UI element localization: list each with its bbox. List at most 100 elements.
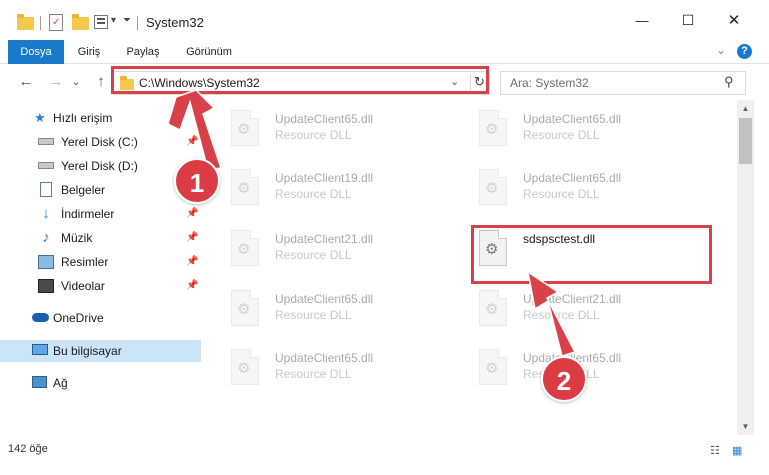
ribbon-tabs: Dosya Giriş Paylaş Görünüm ⌄ ? <box>0 40 769 88</box>
sidebar-item-quick-access[interactable]: ★ Hızlı erişim <box>0 107 201 129</box>
file-name: UpdateClient65.dll <box>275 292 374 306</box>
pin-icon[interactable]: 📌 <box>186 256 198 267</box>
sidebar-item-local-disk-c[interactable]: Yerel Disk (C:) 📌 <box>0 131 201 153</box>
network-icon <box>32 376 47 388</box>
file-type: Resource DLL <box>275 308 352 322</box>
vertical-scrollbar[interactable]: ▲ ▼ <box>737 100 754 435</box>
gear-icon: ⚙ <box>237 360 251 377</box>
view-options-icon[interactable] <box>94 15 108 29</box>
sidebar-item-videos[interactable]: Videolar 📌 <box>0 275 201 297</box>
sidebar-item-label: Bu bilgisayar <box>53 344 122 358</box>
help-icon[interactable]: ? <box>737 44 752 59</box>
sidebar-item-label: Videolar <box>61 279 105 293</box>
search-input[interactable]: Ara: System32 <box>510 76 589 90</box>
gear-icon: ⚙ <box>485 121 499 138</box>
maximize-button[interactable]: ☐ <box>665 0 711 40</box>
large-icons-view-icon[interactable]: ▦ <box>732 444 746 457</box>
title-separator <box>137 16 138 30</box>
cloud-icon <box>32 313 49 322</box>
file-name: UpdateClient19.dll <box>275 171 374 185</box>
file-item[interactable]: ⚙ UpdateClient65.dll Resource DLL <box>203 284 443 332</box>
file-type: Resource DLL <box>275 248 352 262</box>
music-icon: ♪ <box>42 229 50 246</box>
file-name: UpdateClient21.dll <box>523 292 622 306</box>
file-item[interactable]: ⚙ UpdateClient65.dll Resource DLL <box>203 343 443 391</box>
forward-button[interactable]: → <box>46 72 66 92</box>
star-icon: ★ <box>34 110 46 125</box>
details-view-icon[interactable]: ☷ <box>710 444 724 457</box>
window-title: System32 <box>146 15 204 30</box>
sidebar-item-label: Yerel Disk (D:) <box>61 159 138 173</box>
file-item[interactable]: ⚙ UpdateClient65.dll Resource DLL <box>451 163 691 211</box>
step-1-badge: 1 <box>174 158 220 204</box>
sidebar-item-label: Resimler <box>61 255 109 269</box>
sidebar-item-label: Hızlı erişim <box>53 111 113 125</box>
maximize-icon: ☐ <box>681 11 695 28</box>
customize-toolbar-icon[interactable]: ⏷ <box>123 15 131 26</box>
tab-home[interactable]: Giriş <box>64 40 114 64</box>
sidebar-item-documents[interactable]: Belgeler 📌 <box>0 179 201 201</box>
close-button[interactable]: ✕ <box>711 0 757 40</box>
file-type: Resource DLL <box>275 187 352 201</box>
title-bar: ✓ ▾ ⏷ System32 — ☐ ✕ <box>0 0 769 40</box>
file-name: UpdateClient65.dll <box>275 112 374 126</box>
documents-icon <box>40 182 52 197</box>
sidebar-item-label: Yerel Disk (C:) <box>61 135 138 149</box>
sidebar-item-local-disk-d[interactable]: Yerel Disk (D:) 📌 <box>0 155 201 177</box>
back-button[interactable]: ← <box>16 72 36 92</box>
search-box[interactable]: Ara: System32 ⚲ <box>500 71 746 95</box>
gear-icon: ⚙ <box>237 180 251 197</box>
expand-ribbon-icon[interactable]: ⌄ <box>716 43 726 57</box>
pin-icon[interactable]: 📌 <box>186 136 198 147</box>
gear-icon: ⚙ <box>237 241 251 258</box>
pin-icon[interactable]: 📌 <box>186 280 198 291</box>
file-item[interactable]: ⚙ UpdateClient65.dll Resource DLL <box>203 104 443 152</box>
scrollbar-thumb[interactable] <box>739 118 752 164</box>
sidebar-item-label: Müzik <box>61 231 93 245</box>
downloads-icon: ↓ <box>42 205 50 222</box>
tab-share[interactable]: Paylaş <box>118 40 168 64</box>
file-item[interactable]: ⚙ UpdateClient19.dll Resource DLL <box>203 163 443 211</box>
file-type: Resource DLL <box>523 308 600 322</box>
file-highlight <box>471 225 712 284</box>
up-button[interactable]: ↑ <box>91 72 111 92</box>
gear-icon: ⚙ <box>485 180 499 197</box>
new-folder-icon[interactable] <box>72 14 89 30</box>
pin-icon[interactable]: 📌 <box>186 208 198 219</box>
sidebar-item-label: OneDrive <box>53 311 104 325</box>
gear-icon: ⚙ <box>485 360 499 377</box>
file-item[interactable]: ⚙ UpdateClient21.dll Resource DLL <box>203 224 443 272</box>
sidebar-item-label: Ağ <box>53 376 68 390</box>
gear-icon: ⚙ <box>237 121 251 138</box>
minimize-icon: — <box>635 12 649 28</box>
scroll-down-icon[interactable]: ▼ <box>737 418 754 435</box>
minimize-button[interactable]: — <box>619 0 665 40</box>
recent-locations-button[interactable]: ⌄ <box>70 72 82 92</box>
file-type: Resource DLL <box>275 367 352 381</box>
sidebar-item-pictures[interactable]: Resimler 📌 <box>0 251 201 273</box>
scroll-up-icon[interactable]: ▲ <box>737 100 754 117</box>
sidebar-item-label: Belgeler <box>61 183 106 197</box>
properties-icon[interactable]: ✓ <box>49 14 63 31</box>
navigation-pane: ★ Hızlı erişim Yerel Disk (C:) 📌 Yerel D… <box>0 100 203 435</box>
sidebar-item-network[interactable]: Ağ <box>0 372 201 394</box>
file-name: UpdateClient65.dll <box>523 112 622 126</box>
computer-icon <box>32 344 48 355</box>
sidebar-item-downloads[interactable]: ↓ İndirmeler 📌 <box>0 203 201 225</box>
sidebar-item-music[interactable]: ♪ Müzik 📌 <box>0 227 201 249</box>
search-icon[interactable]: ⚲ <box>724 74 734 90</box>
pin-icon[interactable]: 📌 <box>186 232 198 243</box>
file-item[interactable]: ⚙ UpdateClient21.dll Resource DLL <box>451 284 691 332</box>
dropdown-icon[interactable]: ▾ <box>111 15 116 26</box>
file-item[interactable]: ⚙ UpdateClient65.dll Resource DLL <box>451 104 691 152</box>
step-2-badge: 2 <box>541 356 587 402</box>
file-name: UpdateClient21.dll <box>275 232 374 246</box>
sidebar-item-onedrive[interactable]: OneDrive <box>0 307 201 329</box>
tab-view[interactable]: Görünüm <box>178 40 240 64</box>
file-type: Resource DLL <box>523 187 600 201</box>
pictures-icon <box>38 255 54 269</box>
sidebar-item-label: İndirmeler <box>61 207 115 221</box>
sidebar-item-this-pc[interactable]: Bu bilgisayar <box>0 340 201 362</box>
gear-icon: ⚙ <box>237 301 251 318</box>
file-name: UpdateClient65.dll <box>523 171 622 185</box>
